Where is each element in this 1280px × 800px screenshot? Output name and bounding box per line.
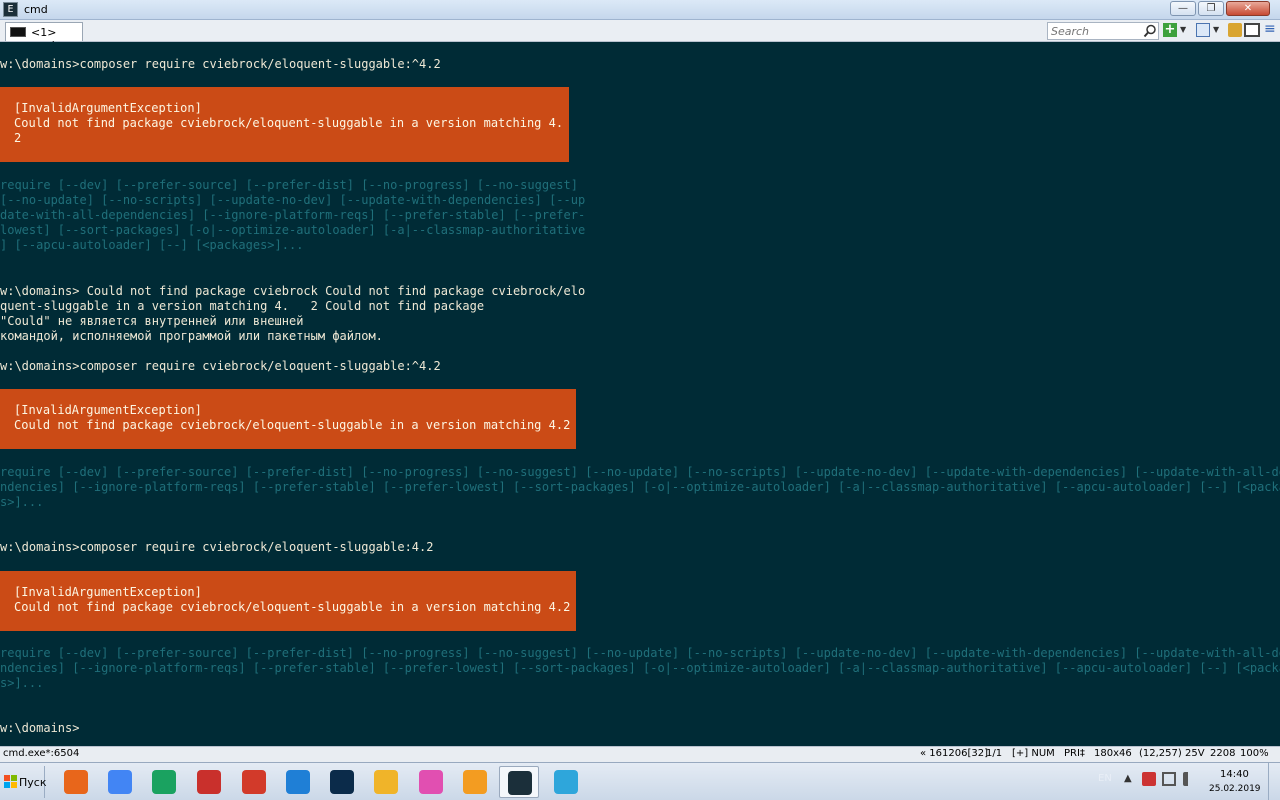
music-icon bbox=[419, 770, 443, 794]
console-icon bbox=[10, 27, 26, 37]
tray-expand-icon[interactable]: ▲ bbox=[1124, 773, 1132, 784]
volume-tray-icon[interactable] bbox=[1183, 772, 1197, 786]
taskbar-app-vscode[interactable] bbox=[278, 766, 318, 798]
usage-line: require [--dev] [--prefer-source] [--pre… bbox=[0, 465, 1280, 479]
start-button[interactable]: Пуск bbox=[0, 766, 47, 798]
search-icon[interactable] bbox=[1143, 24, 1157, 38]
taskbar-app-firefox[interactable] bbox=[56, 766, 96, 798]
app-grid-icon bbox=[197, 770, 221, 794]
usage-line: require [--dev] [--prefer-source] [--pre… bbox=[0, 178, 578, 192]
taskbar-app-skype[interactable] bbox=[144, 766, 184, 798]
error-block: [InvalidArgumentException] Could not fin… bbox=[0, 87, 569, 162]
split-view-icon[interactable] bbox=[1244, 23, 1260, 37]
taskbar: Пуск EN ▲ 14:40 25.02.2019 bbox=[0, 762, 1280, 800]
error-line: Could not find package cviebrock/eloquen… bbox=[14, 116, 564, 130]
prompt-line: w:\domains> bbox=[0, 721, 80, 735]
error-line: [InvalidArgumentException] bbox=[14, 585, 202, 599]
play-icon bbox=[463, 770, 487, 794]
usage-line: lowest] [--sort-packages] [-o|--optimize… bbox=[0, 223, 586, 237]
ccleaner-icon bbox=[242, 770, 266, 794]
usage-line: ndencies] [--ignore-platform-reqs] [--pr… bbox=[0, 661, 1280, 675]
telegram-icon bbox=[554, 770, 578, 794]
output-line: командой, исполняемой программой или пак… bbox=[0, 329, 383, 343]
firefox-icon bbox=[64, 770, 88, 794]
prompt-line: w:\domains> Could not find package cvieb… bbox=[0, 284, 586, 298]
error-block: [InvalidArgumentException] Could not fin… bbox=[0, 389, 576, 449]
tab-cmd[interactable]: <1> cmd bbox=[5, 22, 83, 52]
prompt-line: w:\domains>composer require cviebrock/el… bbox=[0, 540, 434, 554]
window-title: cmd bbox=[24, 3, 48, 16]
usage-line: s>]... bbox=[0, 495, 44, 509]
photoshop-icon bbox=[330, 770, 354, 794]
security-tray-icon[interactable] bbox=[1142, 772, 1156, 786]
new-console-icon[interactable]: + bbox=[1163, 23, 1177, 37]
output-line: "Could" не является внутренней или внешн… bbox=[0, 314, 304, 328]
error-line: Could not find package cviebrock/eloquen… bbox=[14, 600, 571, 614]
chrome-icon bbox=[108, 770, 132, 794]
prompt-line: w:\domains>composer require cviebrock/el… bbox=[0, 359, 441, 373]
taskbar-app-cmder[interactable] bbox=[499, 766, 539, 798]
taskbar-app-photoshop[interactable] bbox=[322, 766, 362, 798]
skype-icon bbox=[152, 770, 176, 794]
clock-date[interactable]: 25.02.2019 bbox=[1209, 784, 1261, 794]
cmder-icon bbox=[508, 771, 532, 795]
show-desktop-button[interactable] bbox=[1268, 763, 1280, 800]
windows-logo-icon bbox=[4, 775, 18, 789]
status-priority[interactable]: PRI‡ bbox=[1064, 748, 1085, 759]
prompt-line: w:\domains>composer require cviebrock/el… bbox=[0, 57, 441, 71]
status-pages: 1/1 bbox=[986, 748, 1003, 759]
taskbar-app-grid[interactable] bbox=[189, 766, 229, 798]
vscode-icon bbox=[286, 770, 310, 794]
view-dropdown-icon[interactable]: ▼ bbox=[1213, 23, 1221, 37]
status-mode[interactable]: [+] NUM bbox=[1012, 748, 1055, 759]
usage-line: ndencies] [--ignore-platform-reqs] [--pr… bbox=[0, 480, 1280, 494]
error-line: Could not find package cviebrock/eloquen… bbox=[14, 418, 571, 432]
minimize-button[interactable]: — bbox=[1170, 1, 1196, 16]
usage-line: ] [--apcu-autoloader] [--] [<packages>].… bbox=[0, 238, 304, 252]
status-cursor: (12,257) 25V bbox=[1139, 748, 1205, 759]
menu-icon[interactable]: ≡ bbox=[1264, 22, 1276, 37]
usage-line: [--no-update] [--no-scripts] [--update-n… bbox=[0, 193, 586, 207]
usage-line: require [--dev] [--prefer-source] [--pre… bbox=[0, 646, 1280, 660]
lock-icon[interactable] bbox=[1228, 23, 1242, 37]
status-size: 180x46 bbox=[1094, 748, 1132, 759]
status-position: « 161206[32] bbox=[920, 748, 988, 759]
maximize-button[interactable]: ❐ bbox=[1198, 1, 1224, 16]
taskbar-app-ccleaner[interactable] bbox=[234, 766, 274, 798]
terminal-output[interactable]: w:\domains>composer require cviebrock/el… bbox=[0, 42, 1280, 746]
status-bar: cmd.exe*:6504 « 161206[32] 1/1 [+] NUM P… bbox=[0, 746, 1280, 762]
status-pid: 2208 bbox=[1210, 748, 1236, 759]
new-console-dropdown-icon[interactable]: ▼ bbox=[1180, 23, 1188, 37]
start-label: Пуск bbox=[19, 776, 47, 789]
usage-line: date-with-all-dependencies] [--ignore-pl… bbox=[0, 208, 586, 222]
tab-bar: <1> cmd + ▼ ▼ ≡ bbox=[0, 20, 1280, 52]
status-zoom: 100% bbox=[1240, 748, 1269, 759]
taskbar-app-explorer[interactable] bbox=[366, 766, 406, 798]
network-tray-icon[interactable] bbox=[1162, 772, 1176, 786]
folder-icon bbox=[374, 770, 398, 794]
close-button[interactable]: ✕ bbox=[1226, 1, 1270, 16]
taskbar-app-telegram[interactable] bbox=[546, 766, 586, 798]
usage-line: s>]... bbox=[0, 676, 44, 690]
taskbar-app-chrome[interactable] bbox=[100, 766, 140, 798]
error-line: 2 bbox=[14, 131, 22, 145]
taskbar-app-itunes[interactable] bbox=[411, 766, 451, 798]
title-bar: E cmd — ❐ ✕ bbox=[0, 0, 1280, 20]
cmder-app-icon[interactable]: E bbox=[3, 2, 18, 17]
error-line: [InvalidArgumentException] bbox=[14, 403, 202, 417]
taskbar-app-media-player[interactable] bbox=[455, 766, 495, 798]
status-process: cmd.exe*:6504 bbox=[3, 748, 80, 759]
view-icon[interactable] bbox=[1196, 23, 1210, 37]
error-line: [InvalidArgumentException] bbox=[14, 101, 202, 115]
clock-time[interactable]: 14:40 bbox=[1220, 769, 1249, 780]
output-line: quent-sluggable in a version matching 4.… bbox=[0, 299, 485, 313]
language-indicator[interactable]: EN bbox=[1098, 773, 1112, 784]
error-block: [InvalidArgumentException] Could not fin… bbox=[0, 571, 576, 631]
